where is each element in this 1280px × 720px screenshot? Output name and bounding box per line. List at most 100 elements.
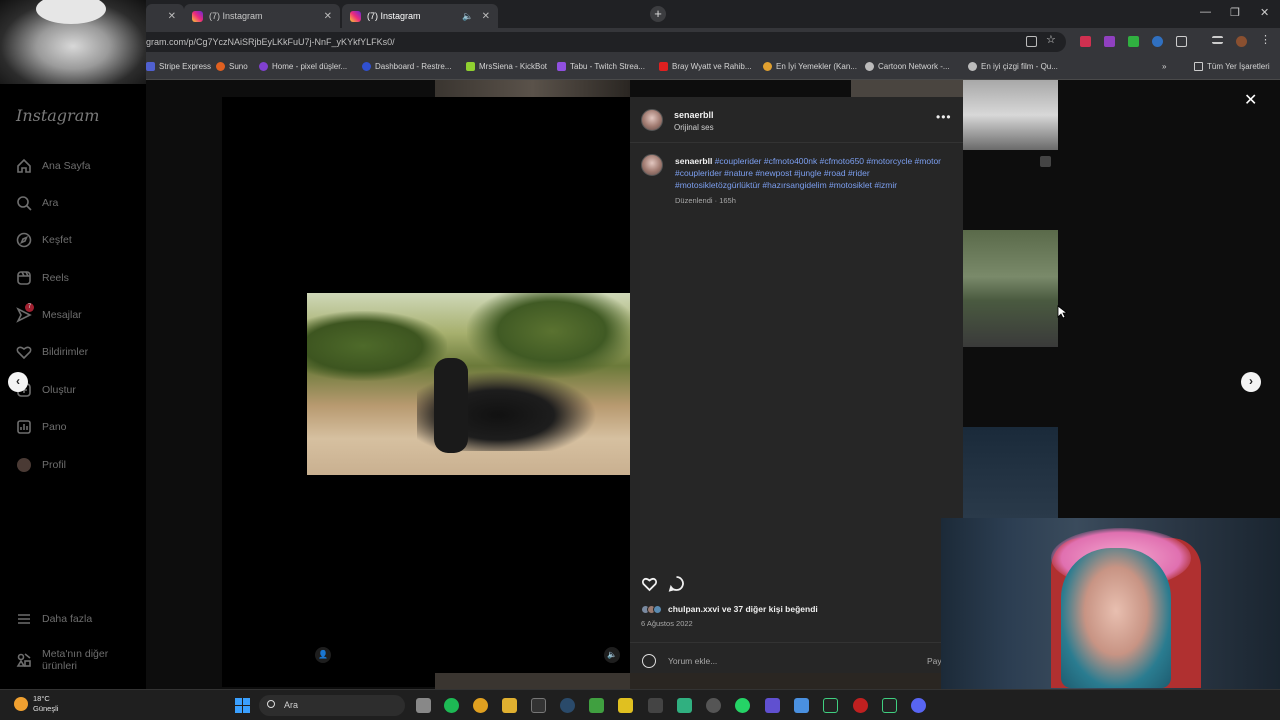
taskbar-search[interactable]: Ara — [259, 695, 405, 716]
app-icon[interactable] — [794, 698, 809, 713]
close-window-icon[interactable]: ✕ — [1260, 6, 1269, 19]
post-username[interactable]: senaerbll — [674, 110, 714, 120]
compass-icon — [16, 232, 32, 248]
app-icon[interactable] — [589, 698, 604, 713]
sidebar-item-more[interactable]: Daha fazla — [16, 611, 92, 627]
comment-input[interactable]: Yorum ekle... — [668, 656, 717, 666]
app-icon[interactable] — [618, 698, 633, 713]
caption-username[interactable]: senaerbll — [675, 156, 712, 166]
more-bookmarks-icon[interactable]: » — [1162, 62, 1166, 71]
previous-post-button[interactable]: ‹ — [8, 372, 28, 392]
suno-icon — [216, 62, 225, 71]
sidebar-item-reels[interactable]: Reels — [16, 270, 69, 286]
bookmark-item[interactable]: En iyi çizgi film - Qu... — [968, 62, 1058, 71]
audio-label[interactable]: Orijinal ses — [674, 123, 714, 132]
background-feed-image — [963, 80, 1058, 150]
bookmark-item[interactable]: En İyi Yemekler (Kan... — [763, 62, 857, 71]
bookmark-item[interactable]: Cartoon Network -... — [865, 62, 950, 71]
folder-icon — [1194, 62, 1203, 71]
post-comment-button[interactable]: Pay — [927, 656, 942, 666]
file-explorer-icon[interactable] — [502, 698, 517, 713]
start-menu-icon[interactable] — [235, 698, 250, 713]
whatsapp-icon[interactable] — [735, 698, 750, 713]
sidebar-item-profile[interactable]: Profil — [16, 457, 66, 473]
discord-icon[interactable] — [911, 698, 926, 713]
sidebar-item-messages[interactable]: 7 Mesajlar — [16, 303, 82, 323]
profile-avatar-icon[interactable] — [1236, 36, 1247, 47]
minimize-icon[interactable]: — — [1200, 6, 1211, 18]
comment-bubble-icon[interactable] — [668, 575, 685, 597]
bookmark-item[interactable]: MrsSiena - KickBot — [466, 62, 547, 71]
task-view-icon[interactable] — [416, 698, 431, 713]
like-heart-icon[interactable] — [641, 575, 658, 597]
extension-icon[interactable] — [1104, 36, 1115, 47]
speaker-icon[interactable]: 🔈 — [462, 11, 473, 22]
globe-icon — [968, 62, 977, 71]
puzzle-icon[interactable] — [1176, 36, 1187, 47]
home-icon — [16, 158, 32, 174]
star-icon[interactable]: ☆ — [1046, 33, 1057, 46]
all-bookmarks[interactable]: Tüm Yer İşaretleri — [1194, 62, 1270, 71]
steam-icon[interactable] — [560, 698, 575, 713]
post-caption: senaerbll #couplerider #cfmoto400nk #cfm… — [675, 155, 950, 207]
background-feed-image — [630, 673, 941, 689]
app-icon[interactable] — [853, 698, 868, 713]
extension-icon[interactable] — [1080, 36, 1091, 47]
close-tab-icon[interactable]: ✕ — [168, 11, 176, 22]
next-post-button[interactable]: › — [1241, 372, 1261, 392]
stripe-icon — [146, 62, 155, 71]
sidebar-item-meta-apps[interactable]: Meta'nın diğer ürünleri — [16, 648, 146, 672]
app-icon[interactable] — [765, 698, 780, 713]
sidebar-item-dashboard[interactable]: Pano — [16, 419, 67, 435]
bookmark-item[interactable]: Suno — [216, 62, 248, 71]
emoji-icon[interactable] — [642, 654, 656, 668]
close-modal-icon[interactable]: ✕ — [1244, 90, 1257, 110]
browser-tab-active[interactable]: (7) Instagram 🔈 ✕ — [342, 4, 498, 28]
extension-icon[interactable] — [1152, 36, 1163, 47]
browser-tab[interactable]: ✕ — [146, 4, 184, 28]
likes-summary[interactable]: chulpan.xxvi ve 37 diğer kişi beğendi — [641, 604, 818, 614]
bookmark-item[interactable]: Tabu - Twitch Strea... — [557, 62, 645, 71]
bookmark-item[interactable]: Stripe Express — [146, 62, 211, 71]
mute-icon[interactable]: 🔈 — [604, 647, 620, 663]
install-app-icon[interactable] — [1026, 36, 1037, 47]
caption-hashtags[interactable]: #couplerider #cfmoto400nk #cfmoto650 #mo… — [675, 156, 941, 190]
background-feed-image — [435, 673, 630, 689]
instagram-logo[interactable]: Instagram — [16, 106, 99, 125]
terminal-icon[interactable] — [882, 698, 897, 713]
terminal-icon[interactable] — [823, 698, 838, 713]
kick-icon — [466, 62, 475, 71]
more-options-icon[interactable]: ••• — [936, 110, 952, 124]
bookmark-item[interactable]: Dashboard - Restre... — [362, 62, 451, 71]
settings-gear-icon[interactable] — [706, 698, 721, 713]
weather-widget[interactable]: 18°C Güneşli — [14, 694, 58, 714]
close-tab-icon[interactable]: ✕ — [482, 11, 490, 22]
address-bar-row: gram.com/p/Cg7YczNAiSRjbEyLKkFuU7j-NnF_y… — [146, 28, 1280, 56]
media-control-icon[interactable] — [1212, 36, 1223, 44]
avatar[interactable] — [641, 109, 663, 131]
avatar[interactable] — [641, 154, 663, 176]
app-icon[interactable] — [677, 698, 692, 713]
new-tab-button[interactable]: + — [650, 6, 666, 22]
tagged-user-icon[interactable]: 👤 — [315, 647, 331, 663]
epic-games-icon[interactable] — [531, 698, 546, 713]
sidebar-item-notifications[interactable]: Bildirimler — [16, 344, 88, 360]
close-tab-icon[interactable]: ✕ — [324, 11, 332, 22]
bookmark-item[interactable]: Bray Wyatt ve Rahib... — [659, 62, 752, 71]
post-video[interactable] — [307, 293, 630, 475]
sidebar-item-search[interactable]: Ara — [16, 195, 58, 211]
browser-tab[interactable]: (7) Instagram ✕ — [184, 4, 340, 28]
bookmarks-bar: Stripe Express Suno Home - pixel düşler.… — [146, 56, 1280, 80]
app-icon[interactable] — [648, 698, 663, 713]
instagram-favicon-icon — [192, 10, 203, 22]
bookmark-item[interactable]: Home - pixel düşler... — [259, 62, 347, 71]
kebab-menu-icon[interactable]: ⋮ — [1260, 33, 1271, 46]
reels-icon — [16, 270, 32, 286]
chrome-icon[interactable] — [473, 698, 488, 713]
url-field[interactable]: gram.com/p/Cg7YczNAiSRjbEyLKkFuU7j-NnF_y… — [146, 32, 1066, 52]
sidebar-item-explore[interactable]: Keşfet — [16, 232, 72, 248]
restore-icon[interactable]: ❐ — [1230, 6, 1240, 19]
spotify-icon[interactable] — [444, 698, 459, 713]
sidebar-item-home[interactable]: Ana Sayfa — [16, 158, 90, 174]
extension-icon[interactable] — [1128, 36, 1139, 47]
